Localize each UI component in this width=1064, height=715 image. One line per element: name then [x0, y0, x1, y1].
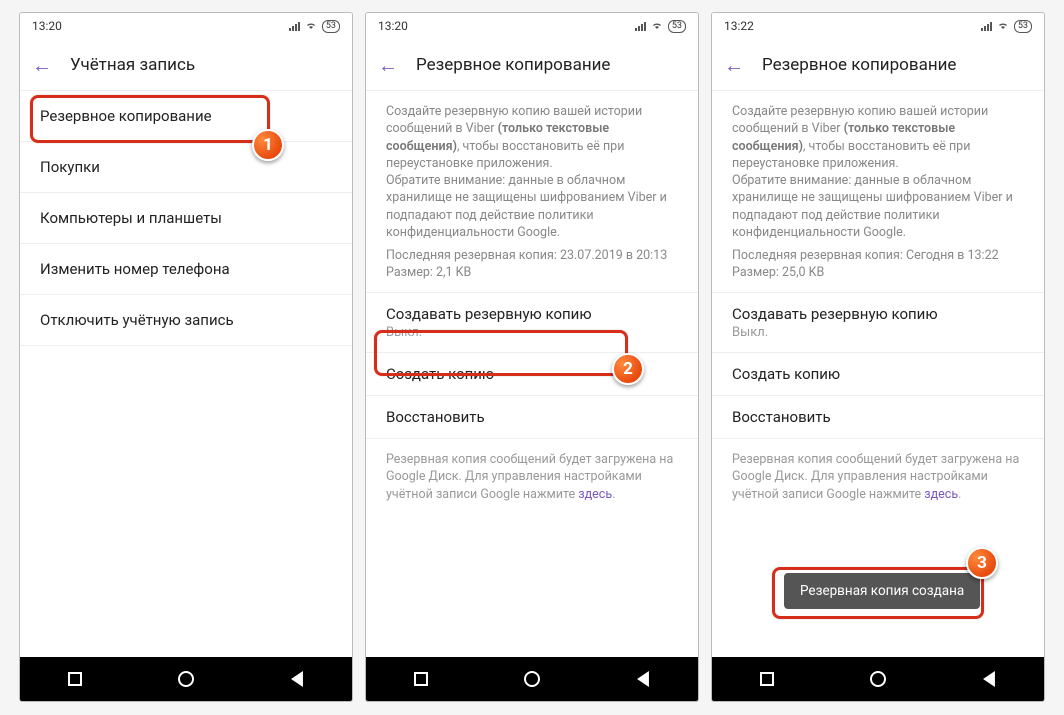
auto-backup-setting[interactable]: Создавать резервную копию Выкл.: [712, 293, 1044, 353]
footer-text: Резервная копия сообщений будет загружен…: [386, 452, 673, 502]
menu-purchases[interactable]: Покупки: [20, 142, 352, 193]
signal-icon: [635, 21, 646, 31]
footer-note: Резервная копия сообщений будет загружен…: [366, 439, 698, 516]
page-title: Резервное копирование: [762, 55, 956, 75]
clock: 13:22: [724, 19, 754, 33]
back-icon[interactable]: [982, 671, 996, 687]
phone-screen-2: 13:20 53 ← Резервное копирование Создайт…: [365, 12, 699, 702]
home-icon[interactable]: [178, 671, 194, 687]
header: ← Резервное копирование: [712, 39, 1044, 91]
status-icons: 53: [289, 20, 340, 33]
last-backup: Последняя резервная копия: 23.07.2019 в …: [386, 247, 678, 264]
android-nav-bar: [366, 657, 698, 701]
status-icons: 53: [981, 20, 1032, 33]
google-settings-link[interactable]: здесь: [578, 487, 612, 502]
android-nav-bar: [20, 657, 352, 701]
footer-text: Резервная копия сообщений будет загружен…: [732, 452, 1019, 502]
footer-note: Резервная копия сообщений будет загружен…: [712, 439, 1044, 516]
restore-button[interactable]: Восстановить: [366, 396, 698, 439]
clock: 13:20: [378, 19, 408, 33]
auto-backup-title: Создавать резервную копию: [386, 305, 678, 323]
phone-screen-3: 13:22 53 ← Резервное копирование Создайт…: [711, 12, 1045, 702]
backup-info: Создайте резервную копию вашей истории с…: [366, 91, 698, 293]
status-bar: 13:20 53: [20, 13, 352, 39]
signal-icon: [289, 21, 300, 31]
backup-size: Размер: 2,1 KB: [386, 264, 678, 281]
auto-backup-setting[interactable]: Создавать резервную копию Выкл.: [366, 293, 698, 353]
home-icon[interactable]: [524, 671, 540, 687]
create-backup-button[interactable]: Создать копию: [366, 353, 698, 396]
google-settings-link[interactable]: здесь: [924, 487, 958, 502]
recent-apps-icon[interactable]: [68, 672, 82, 686]
recent-apps-icon[interactable]: [414, 672, 428, 686]
restore-button[interactable]: Восстановить: [712, 396, 1044, 439]
backup-size: Размер: 25,0 KB: [732, 264, 1024, 281]
content: Резервное копирование Покупки Компьютеры…: [20, 91, 352, 657]
info-text-2: Обратите внимание: данные в облачном хра…: [386, 173, 667, 240]
back-arrow-icon[interactable]: ←: [32, 55, 52, 75]
status-icons: 53: [635, 20, 686, 33]
header: ← Резервное копирование: [366, 39, 698, 91]
wifi-icon: [651, 20, 663, 32]
wifi-icon: [305, 20, 317, 32]
create-backup-button[interactable]: Создать копию: [712, 353, 1044, 396]
wifi-icon: [997, 20, 1009, 32]
phone-screen-1: 13:20 53 ← Учётная запись Резервное копи…: [19, 12, 353, 702]
footer-dot: .: [958, 487, 961, 502]
back-icon[interactable]: [290, 671, 304, 687]
battery-icon: 53: [322, 20, 340, 33]
android-nav-bar: [712, 657, 1044, 701]
back-icon[interactable]: [636, 671, 650, 687]
back-arrow-icon[interactable]: ←: [378, 55, 398, 75]
restore-label: Восстановить: [732, 408, 1024, 426]
auto-backup-value: Выкл.: [386, 325, 678, 340]
auto-backup-value: Выкл.: [732, 325, 1024, 340]
recent-apps-icon[interactable]: [760, 672, 774, 686]
home-icon[interactable]: [870, 671, 886, 687]
status-bar: 13:22 53: [712, 13, 1044, 39]
footer-dot: .: [612, 487, 615, 502]
restore-label: Восстановить: [386, 408, 678, 426]
back-arrow-icon[interactable]: ←: [724, 55, 744, 75]
page-title: Резервное копирование: [416, 55, 610, 75]
menu-desktops[interactable]: Компьютеры и планшеты: [20, 193, 352, 244]
battery-icon: 53: [1014, 20, 1032, 33]
toast-message: Резервная копия создана: [784, 573, 980, 609]
create-backup-label: Создать копию: [386, 365, 678, 383]
info-text-2: Обратите внимание: данные в облачном хра…: [732, 173, 1013, 240]
status-bar: 13:20 53: [366, 13, 698, 39]
battery-icon: 53: [668, 20, 686, 33]
signal-icon: [981, 21, 992, 31]
create-backup-label: Создать копию: [732, 365, 1024, 383]
content: Создайте резервную копию вашей истории с…: [366, 91, 698, 657]
backup-info: Создайте резервную копию вашей истории с…: [712, 91, 1044, 293]
auto-backup-title: Создавать резервную копию: [732, 305, 1024, 323]
clock: 13:20: [32, 19, 62, 33]
menu-deactivate[interactable]: Отключить учётную запись: [20, 295, 352, 346]
menu-change-number[interactable]: Изменить номер телефона: [20, 244, 352, 295]
last-backup: Последняя резервная копия: Сегодня в 13:…: [732, 247, 1024, 264]
page-title: Учётная запись: [70, 55, 195, 75]
menu-backup[interactable]: Резервное копирование: [20, 91, 352, 142]
header: ← Учётная запись: [20, 39, 352, 91]
